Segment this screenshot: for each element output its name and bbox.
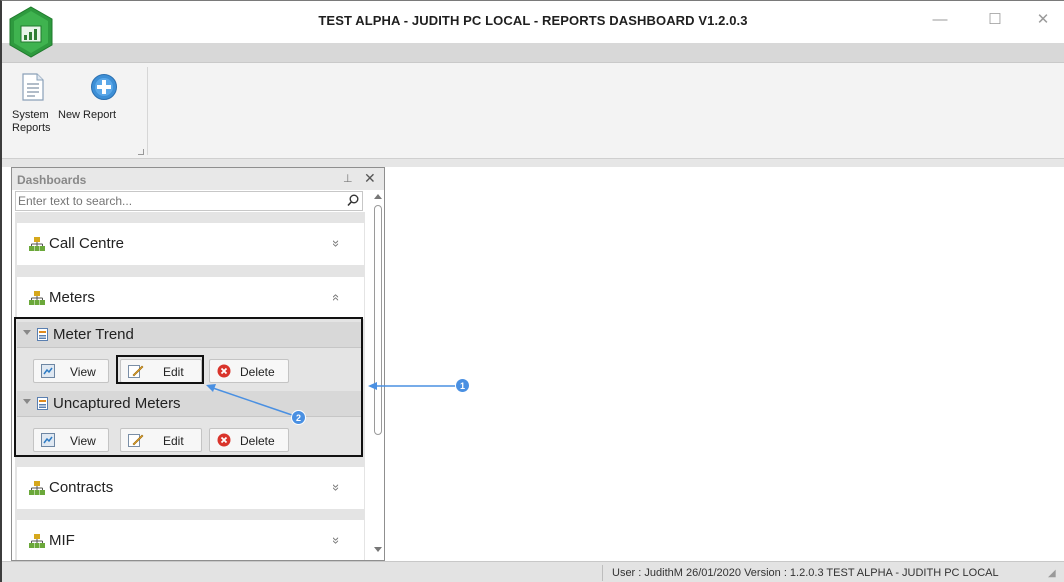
status-separator xyxy=(602,565,603,581)
app-window: TEST ALPHA - JUDITH PC LOCAL - REPORTS D… xyxy=(0,0,1064,582)
annotation-badge-1: 1 xyxy=(455,378,470,393)
annotation-badge-2: 2 xyxy=(291,410,306,425)
app-logo-icon xyxy=(8,6,54,58)
status-text: User : JudithM 26/01/2020 Version : 1.2.… xyxy=(612,567,999,579)
status-bar: User : JudithM 26/01/2020 Version : 1.2.… xyxy=(2,561,1064,582)
annotation-arrows xyxy=(206,382,456,416)
resize-grip-icon[interactable]: ◢ xyxy=(1048,568,1056,579)
